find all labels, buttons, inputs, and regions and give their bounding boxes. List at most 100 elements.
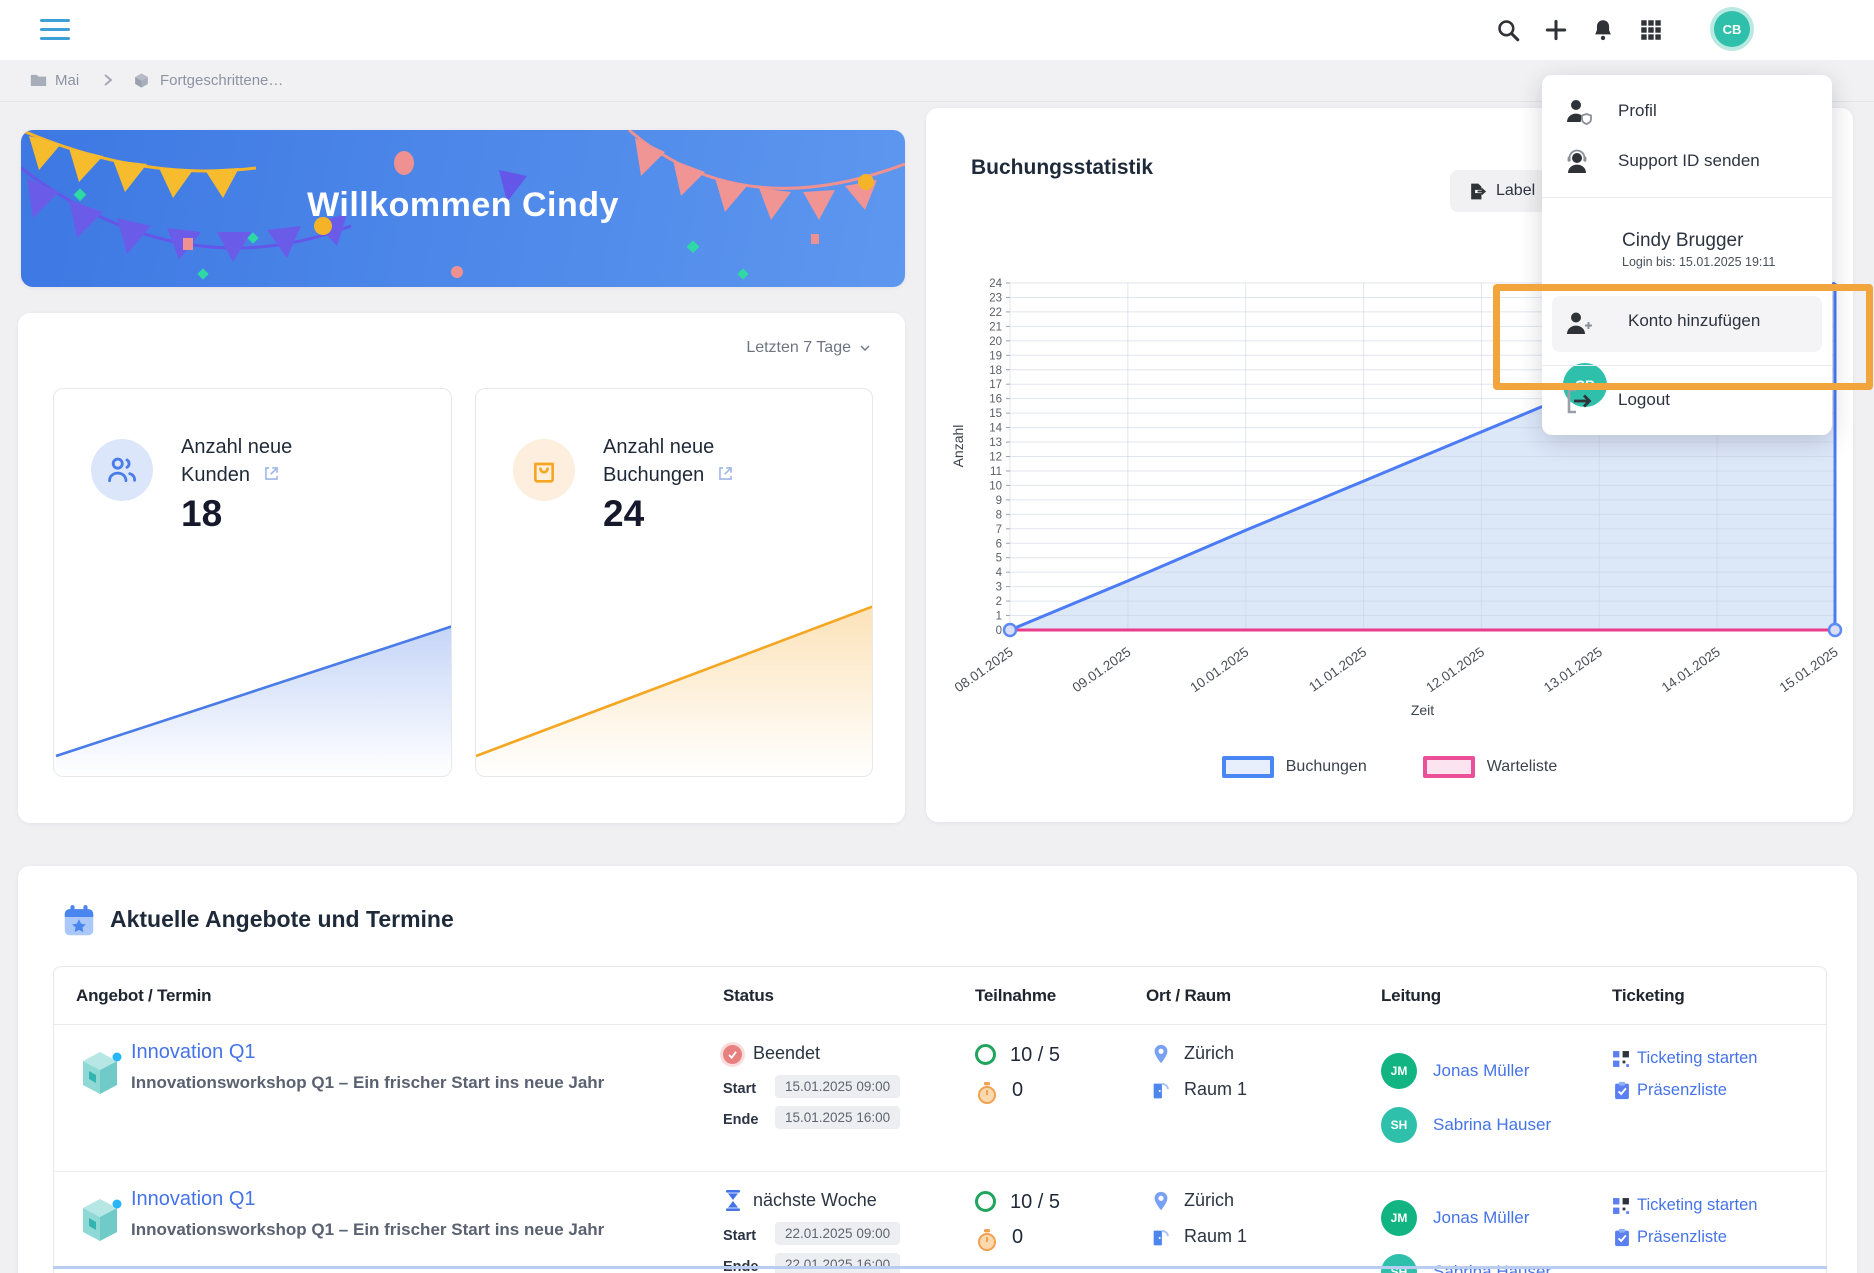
bookings-bag-icon xyxy=(513,439,575,501)
offer-link[interactable]: Innovation Q1 xyxy=(131,1041,256,1064)
attendance-list-link[interactable]: Präsenzliste xyxy=(1637,1228,1727,1247)
svg-text:11: 11 xyxy=(990,466,1002,478)
menu-user-name: Cindy Brugger xyxy=(1622,230,1743,252)
svg-text:10: 10 xyxy=(989,480,1002,492)
leader-avatar-sh[interactable]: SH xyxy=(1381,1107,1417,1143)
legend-warteliste[interactable]: Warteliste xyxy=(1423,756,1558,778)
status-text: nächste Woche xyxy=(753,1190,877,1211)
leader-name[interactable]: Sabrina Hauser xyxy=(1433,1115,1551,1135)
svg-text:09.01.2025: 09.01.2025 xyxy=(1070,644,1134,695)
svg-text:12: 12 xyxy=(989,452,1002,464)
logout-icon xyxy=(1564,386,1594,416)
svg-text:13: 13 xyxy=(989,437,1002,449)
svg-text:2: 2 xyxy=(996,596,1002,608)
leader-avatar-sh[interactable]: SH xyxy=(1381,1254,1417,1273)
city-text: Zürich xyxy=(1184,1190,1234,1211)
svg-text:08.01.2025: 08.01.2025 xyxy=(952,644,1016,695)
stat-value-buchungen: 24 xyxy=(603,493,644,535)
svg-text:3: 3 xyxy=(996,582,1002,594)
menu-icon[interactable] xyxy=(40,19,70,41)
chart-title: Buchungsstatistik xyxy=(971,156,1153,180)
col-teilnahme: Teilnahme xyxy=(975,986,1056,1006)
svg-text:23: 23 xyxy=(989,292,1002,304)
capacity-ring-icon xyxy=(975,1191,996,1212)
user-avatar[interactable]: CB xyxy=(1714,11,1750,47)
svg-text:16: 16 xyxy=(989,394,1002,406)
buchungen-sparkline xyxy=(476,587,873,776)
waitlist-count: 0 xyxy=(1012,1079,1023,1102)
ticketing-start-link[interactable]: Ticketing starten xyxy=(1637,1196,1757,1215)
room-text: Raum 1 xyxy=(1184,1079,1247,1100)
participation-count: 10 / 5 xyxy=(1010,1044,1060,1067)
svg-text:9: 9 xyxy=(996,495,1002,507)
external-link-icon[interactable] xyxy=(716,464,735,483)
chevron-down-icon xyxy=(857,340,873,356)
breadcrumb-item-mai[interactable]: Mai xyxy=(55,72,79,89)
ticketing-start-link[interactable]: Ticketing starten xyxy=(1637,1049,1757,1068)
svg-text:20: 20 xyxy=(989,336,1002,348)
menu-item-konto-hinzufuegen[interactable]: Konto hinzufügen xyxy=(1552,296,1822,352)
menu-item-profil[interactable]: Profil xyxy=(1542,89,1832,135)
leader-name[interactable]: Jonas Müller xyxy=(1433,1061,1529,1081)
col-ort: Ort / Raum xyxy=(1146,986,1231,1006)
user-shield-icon xyxy=(1564,97,1594,127)
user-plus-icon xyxy=(1564,309,1594,339)
svg-text:14: 14 xyxy=(989,423,1002,435)
end-label: Ende xyxy=(723,1112,758,1128)
status-hourglass-icon xyxy=(725,1190,741,1211)
stat-card-kunden: Anzahl neue Kunden 18 xyxy=(53,388,452,777)
apps-grid-icon[interactable] xyxy=(1638,17,1664,43)
leader-avatar-jm[interactable]: JM xyxy=(1381,1200,1417,1236)
capacity-ring-icon xyxy=(975,1044,996,1065)
end-datetime: 15.01.2025 16:00 xyxy=(775,1106,900,1129)
legend-swatch-buchungen xyxy=(1222,756,1274,778)
legend-buchungen[interactable]: Buchungen xyxy=(1222,756,1367,778)
add-icon[interactable] xyxy=(1543,17,1569,43)
folder-icon xyxy=(30,73,47,87)
chart-legend: Buchungen Warteliste xyxy=(926,756,1853,778)
offer-link[interactable]: Innovation Q1 xyxy=(131,1188,256,1211)
status-text: Beendet xyxy=(753,1043,820,1064)
waitlist-stopwatch-icon xyxy=(976,1081,998,1105)
svg-text:15: 15 xyxy=(989,408,1002,420)
file-export-icon xyxy=(1468,182,1487,201)
room-text: Raum 1 xyxy=(1184,1226,1247,1247)
attendance-clipboard-icon xyxy=(1613,1228,1631,1247)
svg-text:6: 6 xyxy=(996,538,1002,550)
door-icon xyxy=(1150,1080,1172,1102)
external-link-icon[interactable] xyxy=(262,464,281,483)
user-headset-icon xyxy=(1564,147,1594,177)
svg-text:15.01.2025: 15.01.2025 xyxy=(1777,644,1841,695)
stat-card-buchungen: Anzahl neue Buchungen 24 xyxy=(475,388,873,777)
svg-text:4: 4 xyxy=(996,567,1003,579)
leader-avatar-jm[interactable]: JM xyxy=(1381,1053,1417,1089)
svg-text:17: 17 xyxy=(989,379,1002,391)
stats-card: Letzten 7 Tage Anzahl neue Kunden 18 xyxy=(18,313,905,823)
city-text: Zürich xyxy=(1184,1043,1234,1064)
svg-text:0: 0 xyxy=(996,625,1002,637)
map-pin-icon xyxy=(1150,1042,1172,1066)
svg-text:7: 7 xyxy=(996,524,1002,536)
menu-item-logout[interactable]: Logout xyxy=(1542,377,1832,423)
col-leitung: Leitung xyxy=(1381,986,1441,1006)
col-angebot: Angebot / Termin xyxy=(76,986,211,1006)
label-export-button[interactable]: Label xyxy=(1450,170,1553,212)
ticketing-qr-icon xyxy=(1612,1197,1630,1215)
start-label: Start xyxy=(723,1081,756,1097)
leader-name[interactable]: Jonas Müller xyxy=(1433,1208,1529,1228)
notifications-bell-icon[interactable] xyxy=(1590,17,1616,43)
svg-text:18: 18 xyxy=(989,365,1002,377)
table-row: Innovation Q1 Innovationsworkshop Q1 – E… xyxy=(54,1171,1826,1273)
svg-text:12.01.2025: 12.01.2025 xyxy=(1423,644,1487,695)
table-header-row: Angebot / Termin Status Teilnahme Ort / … xyxy=(54,967,1826,1025)
attendance-list-link[interactable]: Präsenzliste xyxy=(1637,1081,1727,1100)
period-dropdown[interactable]: Letzten 7 Tage xyxy=(746,339,873,357)
start-label: Start xyxy=(723,1228,756,1244)
menu-user-info: CB Cindy Brugger Login bis: 15.01.2025 1… xyxy=(1542,213,1832,283)
breadcrumb-item-current[interactable]: Fortgeschrittene… xyxy=(160,72,283,89)
search-icon[interactable] xyxy=(1495,17,1521,43)
svg-text:5: 5 xyxy=(996,553,1002,565)
top-bar: CB xyxy=(0,0,1874,60)
ticketing-qr-icon xyxy=(1612,1050,1630,1068)
menu-item-support-id[interactable]: Support ID senden xyxy=(1542,139,1832,185)
